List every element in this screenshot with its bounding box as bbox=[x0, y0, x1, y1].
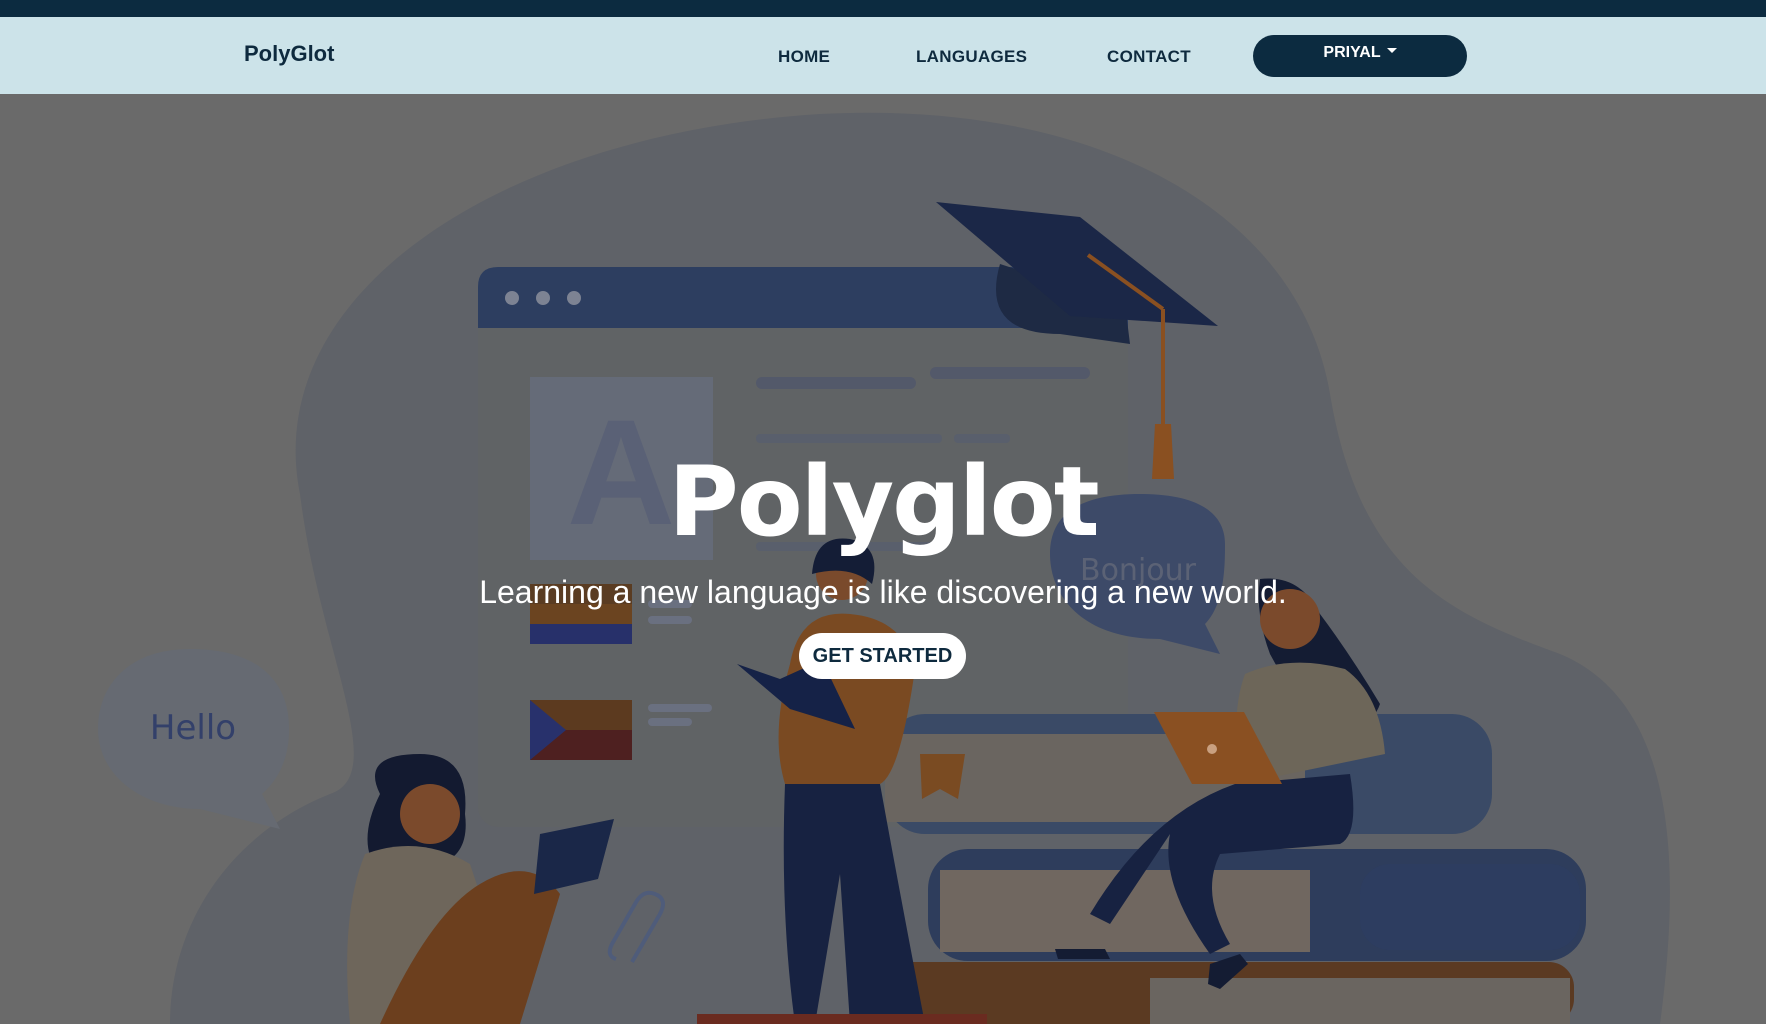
user-dropdown-button[interactable]: PRIYAL bbox=[1253, 35, 1467, 77]
user-dropdown-label: PRIYAL bbox=[1323, 44, 1381, 61]
hero-illustration: A Bonjour Hello bbox=[98, 112, 1670, 1024]
hero-title: Polyglot bbox=[668, 446, 1099, 558]
bubble-left-text: Hello bbox=[150, 708, 236, 748]
nav-link-home[interactable]: HOME bbox=[778, 47, 830, 67]
caret-down-icon bbox=[1386, 48, 1397, 54]
nav-link-languages[interactable]: LANGUAGES bbox=[916, 47, 1027, 67]
brand-logo[interactable]: PolyGlot bbox=[244, 41, 334, 67]
flag-icon bbox=[530, 700, 632, 760]
hero-subtitle: Learning a new language is like discover… bbox=[479, 574, 1287, 610]
nav-link-contact[interactable]: CONTACT bbox=[1107, 47, 1191, 67]
hero-section: A Bonjour Hello Polyglot Learning a new … bbox=[0, 94, 1766, 1024]
speech-bubble-icon: Hello bbox=[98, 649, 290, 829]
get-started-button[interactable]: GET STARTED bbox=[799, 633, 966, 679]
top-strip bbox=[0, 0, 1766, 17]
navbar: PolyGlot HOME LANGUAGES CONTACT PRIYAL bbox=[0, 17, 1766, 94]
